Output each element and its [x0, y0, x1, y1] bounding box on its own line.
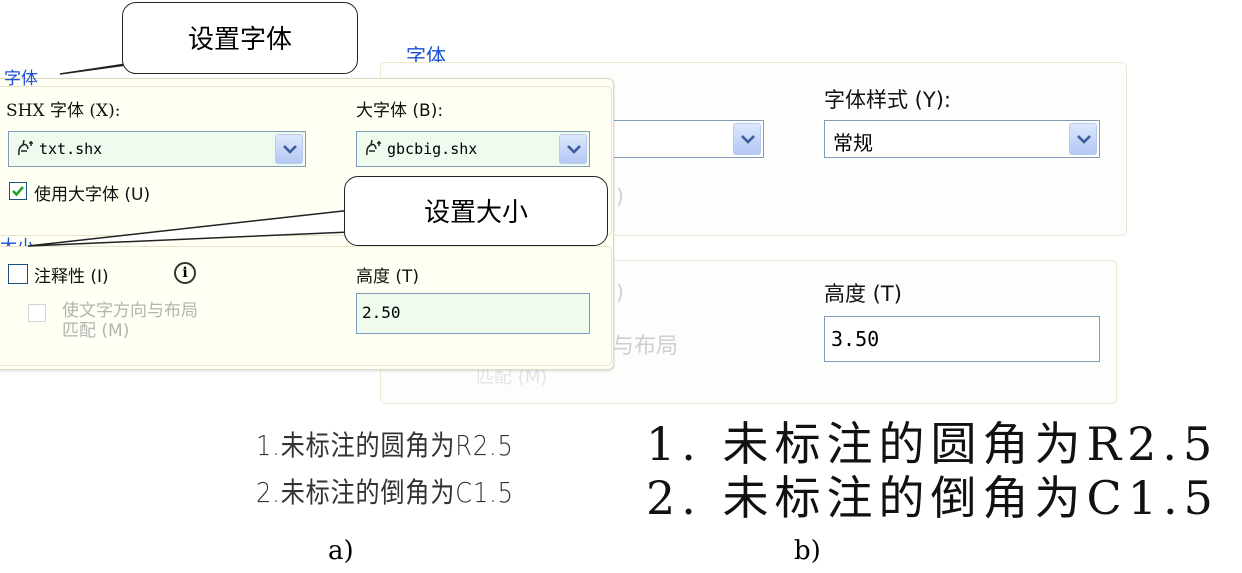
front-height-input[interactable]: 2.50 — [356, 293, 590, 334]
chevron-down-icon[interactable] — [1069, 123, 1097, 155]
info-icon[interactable]: i — [174, 262, 196, 284]
shx-font-label: SHX 字体 (X): — [6, 101, 121, 121]
use-big-font-checkbox[interactable] — [9, 182, 27, 200]
sample-a-line2: 2.未标注的倒角为C1.5 — [256, 476, 514, 509]
sample-a-line1: 1.未标注的圆角为R2.5 — [256, 429, 514, 462]
chevron-down-icon[interactable] — [733, 123, 761, 155]
annotative-checkbox[interactable] — [8, 264, 28, 284]
caption-a: a) — [328, 536, 354, 566]
sample-b-line2: 2. 未标注的倒角为C1.5 — [646, 471, 1219, 525]
shx-font-select[interactable]: txt.shx — [8, 131, 306, 167]
back-font-style-label: 字体样式 (Y): — [824, 88, 951, 112]
match-orientation-label-line1: 使文字方向与布局 — [62, 301, 198, 321]
shx-font-icon — [18, 139, 33, 156]
big-font-value: gbcbig.shx — [387, 140, 478, 158]
back-font-style-select[interactable]: 常规 — [824, 120, 1100, 158]
front-height-label: 高度 (T) — [356, 267, 420, 287]
chevron-down-icon[interactable] — [559, 134, 587, 164]
font-callout: 设置字体 — [122, 2, 358, 74]
size-callout: 设置大小 — [344, 176, 608, 246]
back-font-style-value: 常规 — [833, 131, 873, 155]
back-layout-fragment: 与布局 — [612, 334, 679, 359]
caption-b: b) — [794, 536, 821, 566]
big-font-select[interactable]: gbcbig.shx — [356, 131, 590, 167]
check-icon — [12, 186, 24, 197]
back-partial-text: ) — [616, 184, 624, 208]
use-big-font-label: 使用大字体 (U) — [34, 185, 151, 205]
annotative-label: 注释性 (I) — [34, 267, 109, 287]
back-height-input[interactable]: 3.50 — [824, 316, 1100, 362]
match-orientation-label-line2: 匹配 (M) — [62, 321, 130, 341]
back-partial-text: ) — [616, 280, 624, 304]
big-font-icon — [366, 139, 381, 156]
match-orientation-checkbox[interactable] — [28, 304, 46, 322]
back-height-label: 高度 (T) — [824, 282, 902, 306]
shx-font-value: txt.shx — [39, 140, 103, 158]
big-font-label: 大字体 (B): — [356, 101, 444, 121]
chevron-down-icon[interactable] — [275, 134, 303, 164]
